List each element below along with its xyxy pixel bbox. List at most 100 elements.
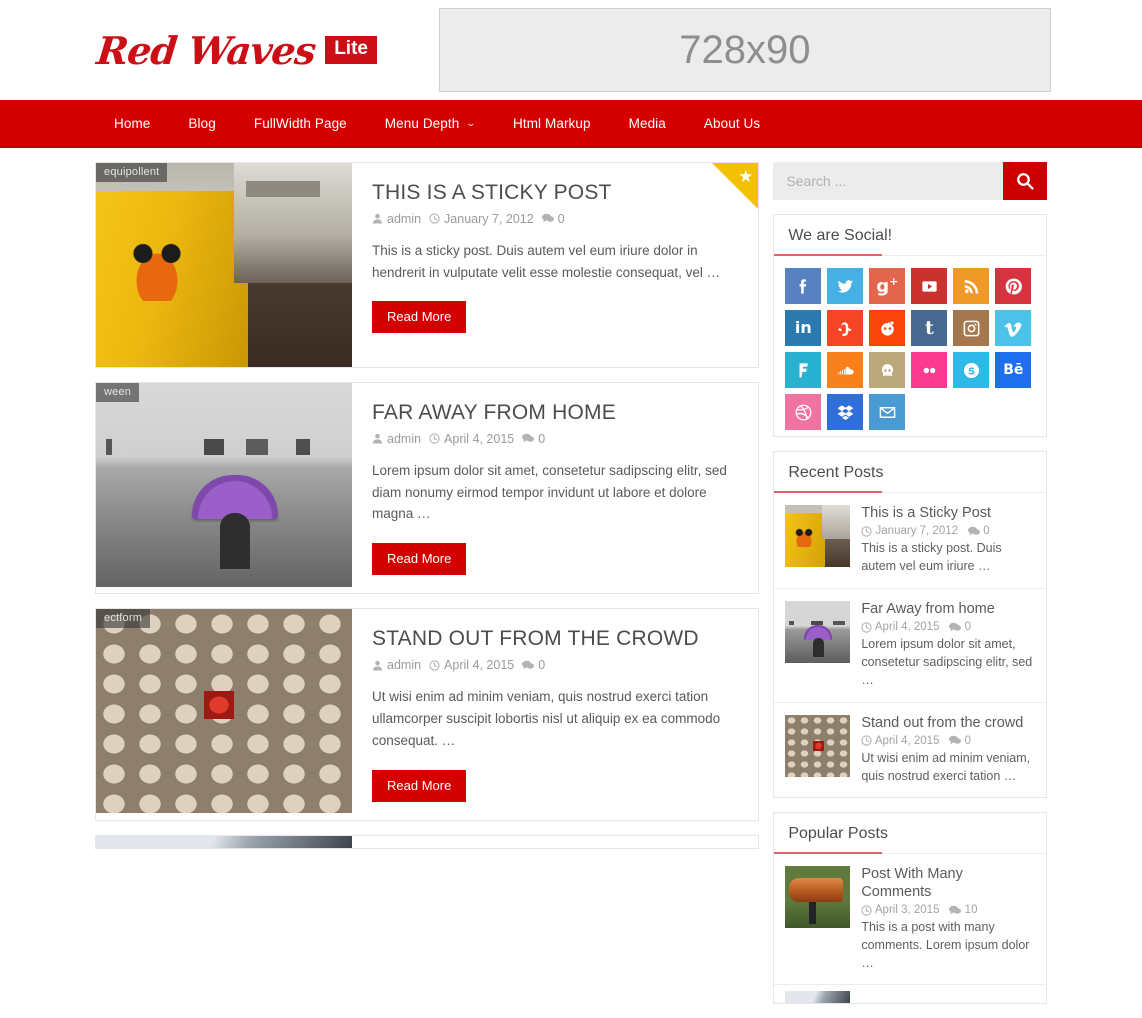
list-item-meta: April 3, 2015 10: [861, 904, 1035, 916]
list-item-comment-label: 0: [964, 621, 972, 634]
post-body: [352, 836, 758, 848]
nav-item-blog[interactable]: Blog: [169, 100, 234, 146]
linkedin-icon[interactable]: in: [785, 310, 822, 346]
post-thumbnail[interactable]: [96, 835, 352, 848]
list-item[interactable]: Stand out from the crowd April 4, 2015 0…: [774, 703, 1046, 798]
clock-icon: [429, 213, 440, 224]
list-item-comment-label: 10: [964, 904, 978, 917]
list-item[interactable]: Post With Many Comments April 3, 2015 10…: [774, 854, 1046, 984]
list-item-comment-label: 0: [983, 525, 990, 538]
post-card[interactable]: ectform STAND OUT FROM THE CROWD admin Apri…: [95, 608, 760, 821]
post-thumbnail[interactable]: [785, 600, 851, 663]
list-item-excerpt: This is a sticky post. Duis autem vel eu…: [861, 541, 1002, 574]
list-item[interactable]: This is a Sticky Post January 7, 2012 0 T…: [774, 493, 1046, 589]
reddit-icon[interactable]: [869, 310, 906, 346]
list-item[interactable]: [774, 984, 1046, 1004]
nav-item-label: Menu Depth: [384, 115, 460, 131]
site-header: Red Waves Lite 728x90: [0, 0, 1142, 100]
nav-item-home[interactable]: Home: [95, 100, 169, 146]
vimeo-icon[interactable]: [995, 310, 1032, 346]
ad-banner[interactable]: 728x90: [438, 8, 1051, 92]
post-body: STAND OUT FROM THE CROWD admin April 4, 20…: [352, 609, 758, 819]
thumbnail-image-detail: [813, 637, 825, 657]
sidebar: We are Social! g+ in t S Bē Recent Posts Thi…: [773, 162, 1047, 1018]
post-author: admin: [372, 658, 421, 672]
pinterest-icon[interactable]: [995, 268, 1032, 304]
post-thumbnail[interactable]: ectform: [96, 609, 352, 814]
list-item-comment-label: 0: [964, 734, 972, 747]
post-comment-count: 0: [541, 212, 565, 226]
flickr-icon[interactable]: [911, 352, 948, 388]
search-icon: [1017, 173, 1034, 190]
nav-item-media[interactable]: Media: [610, 100, 685, 146]
post-title[interactable]: THIS IS A STICKY POST: [372, 181, 738, 206]
list-item-comment-count: 10: [949, 904, 977, 916]
tumblr-icon[interactable]: t: [911, 310, 948, 346]
clock-icon: [429, 659, 440, 671]
post-meta: admin April 4, 2015 0: [372, 658, 738, 672]
twitter-icon[interactable]: [827, 268, 864, 304]
youtube-icon[interactable]: [911, 268, 948, 304]
post-card[interactable]: ween FAR AWAY FROM HOME admin April 4, 2015…: [95, 382, 760, 595]
post-card-partial[interactable]: [95, 834, 760, 849]
list-item-date: April 3, 2015: [861, 904, 939, 916]
list-item-title[interactable]: Far Away from home: [861, 601, 1035, 618]
stumbleupon-icon[interactable]: [827, 310, 864, 346]
logo-lite-badge: Lite: [325, 36, 377, 64]
post-comment-count: 0: [522, 658, 545, 672]
post-comment-count: 0: [522, 432, 545, 446]
site-logo[interactable]: Red Waves Lite: [95, 28, 431, 73]
post-thumbnail[interactable]: [785, 866, 851, 929]
soundcloud-icon[interactable]: [827, 352, 864, 388]
dropbox-icon[interactable]: [827, 394, 864, 430]
post-thumbnail[interactable]: ween: [96, 383, 352, 587]
post-comment-label: 0: [538, 431, 546, 446]
list-item[interactable]: Far Away from home April 4, 2015 0 Lorem…: [774, 589, 1046, 703]
list-item-excerpt: This is a post with many comments. Lorem…: [861, 920, 1030, 970]
post-title[interactable]: FAR AWAY FROM HOME: [372, 401, 738, 426]
instagram-icon[interactable]: [953, 310, 990, 346]
post-thumbnail[interactable]: [785, 505, 851, 567]
post-author-label: admin: [387, 658, 422, 673]
nav-item-label: Media: [628, 115, 666, 131]
email-icon[interactable]: [869, 394, 906, 430]
post-thumbnail[interactable]: [785, 714, 851, 777]
list-item-comment-count: 0: [949, 621, 971, 633]
recent-posts-widget: Recent Posts This is a Sticky Post Janua…: [773, 451, 1047, 799]
recent-posts-title: Recent Posts: [774, 452, 1046, 493]
nav-item-menu-depth[interactable]: Menu Depth ⌄: [366, 100, 494, 146]
thumbnail-image-detail: [822, 505, 851, 539]
rss-icon[interactable]: [953, 268, 990, 304]
list-item-text: Far Away from home April 4, 2015 0 Lorem…: [861, 601, 1035, 690]
facebook-icon[interactable]: [785, 268, 822, 304]
github-icon[interactable]: [869, 352, 906, 388]
read-more-button[interactable]: Read More: [372, 769, 467, 802]
nav-item-html-markup[interactable]: Html Markup: [494, 100, 610, 146]
foursquare-icon[interactable]: [785, 352, 822, 388]
read-more-button[interactable]: Read More: [372, 301, 467, 334]
list-item-title[interactable]: Stand out from the crowd: [861, 715, 1035, 732]
thumbnail-image-detail: [220, 513, 250, 569]
post-card[interactable]: equipollent ★ THIS IS A STICKY POST admin Ja…: [95, 162, 760, 368]
list-item-title[interactable]: Post With Many Comments: [861, 866, 1035, 901]
google-plus-icon[interactable]: g+: [869, 268, 906, 304]
behance-icon[interactable]: Bē: [995, 352, 1032, 388]
search-input[interactable]: [773, 162, 1003, 200]
nav-item-fullwidth-page[interactable]: FullWidth Page: [235, 100, 366, 146]
ad-banner-label: 728x90: [679, 27, 811, 72]
dribbble-icon[interactable]: [785, 394, 822, 430]
thumbnail-image-detail: [234, 163, 352, 283]
post-meta: admin April 4, 2015 0: [372, 432, 738, 446]
read-more-button[interactable]: Read More: [372, 543, 467, 576]
skype-icon[interactable]: S: [953, 352, 990, 388]
search-button[interactable]: [1003, 162, 1047, 200]
user-icon: [372, 214, 383, 224]
post-title[interactable]: STAND OUT FROM THE CROWD: [372, 627, 738, 652]
post-thumbnail[interactable]: [785, 991, 851, 1004]
list-item-title[interactable]: This is a Sticky Post: [861, 505, 1035, 522]
post-thumbnail[interactable]: equipollent: [96, 163, 352, 367]
thumbnail-image: [785, 714, 851, 777]
user-icon: [372, 434, 383, 444]
user-icon: [372, 660, 383, 671]
nav-item-about-us[interactable]: About Us: [685, 100, 779, 146]
